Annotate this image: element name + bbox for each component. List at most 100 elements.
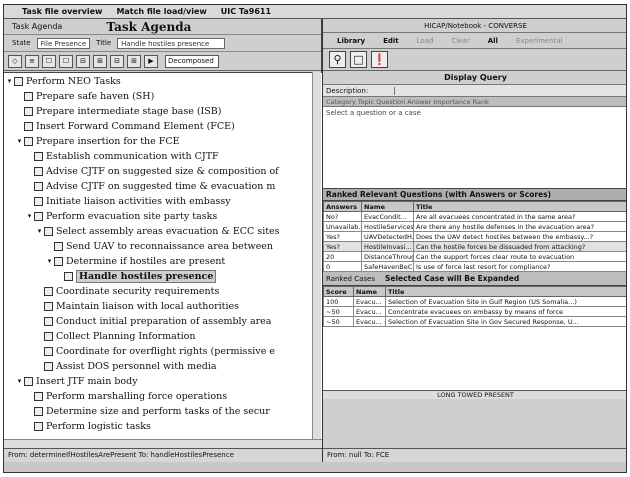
question-area[interactable]: Select a question or a case — [323, 107, 626, 189]
tree-node[interactable]: ▾ Perform NEO Tasks — [4, 75, 121, 87]
play-button[interactable]: ▶ — [144, 54, 158, 68]
tree-node[interactable]: Establish communication with CJTF — [4, 150, 219, 162]
menu-all[interactable]: All — [488, 37, 498, 45]
tree-node-label: Determine if hostiles are present — [66, 255, 226, 267]
tree-node-label: Prepare insertion for the FCE — [36, 135, 180, 147]
answer-cell: Yes? — [323, 241, 362, 252]
cases-horizontal-scrollbar[interactable]: LONG TOWED PRESENT — [323, 390, 626, 399]
tree-node[interactable]: ▾ Determine if hostiles are present — [4, 255, 226, 267]
tree-node[interactable]: Collect Planning Information — [4, 330, 195, 342]
tree-node[interactable]: ▾ Insert JTF main body — [4, 375, 138, 387]
expand-toggle-icon[interactable]: ▾ — [6, 77, 13, 85]
tool-button[interactable]: ☐ — [59, 54, 73, 68]
tree-node-label: Handle hostiles presence — [76, 269, 217, 283]
tree-node[interactable]: Determine size and perform tasks of the … — [4, 405, 270, 417]
tool-button[interactable]: ◇ — [8, 54, 22, 68]
menu-load[interactable]: Load — [417, 37, 434, 45]
case-cell: ~50 — [323, 316, 354, 327]
task-tree: ▾ Perform NEO Tasks Prepare safe haven (SH… — [4, 72, 322, 442]
tool-button[interactable]: ⊞ — [127, 54, 141, 68]
col-title[interactable]: Title — [413, 201, 626, 212]
tree-node[interactable]: Coordinate security requirements — [4, 285, 219, 297]
casebase-menu: Library Edit Load Clear All Experimental — [323, 33, 626, 49]
expand-toggle-icon[interactable]: ▾ — [26, 212, 33, 220]
tree-node[interactable]: Handle hostiles presence — [4, 269, 217, 283]
casebase-title-bar: HICAP/Notebook - CONVERSE — [323, 19, 626, 33]
expand-toggle-icon[interactable]: ▾ — [46, 257, 53, 265]
expand-toggle-icon[interactable]: ▾ — [36, 227, 43, 235]
tree-node[interactable]: Perform logistic tasks — [4, 420, 151, 432]
tree-node-label: Select assembly areas evacuation & ECC s… — [56, 225, 280, 237]
lasso-select-icon[interactable]: □ — [350, 51, 367, 68]
menu-uic[interactable]: UIC Ta9611 — [221, 7, 271, 16]
task-node-icon — [34, 151, 43, 161]
col-score[interactable]: Score — [323, 286, 354, 297]
tree-node[interactable]: Assist DOS personnel with media — [4, 360, 217, 372]
tree-node[interactable]: Initiate liaison activities with embassy — [4, 195, 231, 207]
tool-button[interactable]: ⊟ — [76, 54, 90, 68]
col-answers[interactable]: Answers — [323, 201, 362, 212]
tree-node[interactable]: Conduct initial preparation of assembly … — [4, 315, 271, 327]
tree-node[interactable]: Coordinate for overflight rights (permis… — [4, 345, 275, 357]
display-query-button[interactable]: Display Query — [323, 71, 626, 85]
cases-panel: Score Name Title 100 Evacu... Selection of… — [323, 286, 626, 390]
task-node-icon — [34, 181, 43, 191]
answer-row[interactable]: Yes? HostileInvasi... Can the hostile forc… — [323, 241, 626, 252]
answer-row[interactable]: Yes? UAVDetectedH... Does the UAV detect h… — [323, 231, 626, 242]
tree-node-label: Insert JTF main body — [36, 375, 138, 387]
tree-node[interactable]: ▾ Select assembly areas evacuation & ECC … — [4, 225, 280, 237]
expand-toggle-icon[interactable]: ▾ — [16, 137, 23, 145]
tree-node[interactable]: Advise CJTF on suggested time & evacuati… — [4, 180, 275, 192]
answer-cell: No? — [323, 211, 362, 222]
task-node-icon — [44, 346, 53, 356]
tool-button[interactable]: ⊞ — [93, 54, 107, 68]
answer-row[interactable]: 20DistanceThrough...Can the support forc… — [323, 251, 626, 262]
expand-toggle-icon[interactable]: ▾ — [16, 377, 23, 385]
task-node-icon — [34, 406, 43, 416]
col-case-title[interactable]: Title — [385, 286, 626, 297]
tree-node[interactable]: Insert Forward Command Element (FCE) — [4, 120, 235, 132]
title-field[interactable]: Handle hostiles presence — [117, 37, 226, 49]
tool-button[interactable]: ≡ — [25, 54, 39, 68]
menu-edit[interactable]: Edit — [383, 37, 399, 45]
question-table-header: Category Topic Question Answer Importanc… — [323, 97, 626, 107]
answer-row[interactable]: No? EvacCondit... Are all evacuees concent… — [323, 211, 626, 222]
answer-cell: Are there any hostile defenses in the ev… — [413, 221, 626, 232]
case-row[interactable]: 100 Evacu... Selection of Evacuation Site … — [323, 296, 626, 307]
menu-experimental[interactable]: Experimental — [516, 37, 563, 45]
info-icon[interactable]: ❗ — [371, 51, 388, 68]
tree-node[interactable]: Prepare intermediate stage base (ISB) — [4, 105, 222, 117]
tree-node-label: Perform marshalling force operations — [46, 390, 228, 402]
tree-node[interactable]: Advise CJTF on suggested size & composit… — [4, 165, 279, 177]
tree-node-label: Prepare intermediate stage base (ISB) — [36, 105, 222, 117]
answer-row[interactable]: Unavailab...HostileServices...Are there … — [323, 221, 626, 232]
task-node-icon — [34, 211, 43, 221]
state-field[interactable]: File Presence — [36, 37, 91, 49]
tree-node[interactable]: Perform marshalling force operations — [4, 390, 227, 402]
menu-match-file[interactable]: Match file load/view — [116, 7, 206, 16]
tree-node[interactable]: Send UAV to reconnaissance area between — [4, 240, 273, 252]
tree-vertical-scrollbar[interactable] — [312, 72, 321, 442]
ranked-cases-label: Ranked Cases — [326, 274, 375, 283]
task-node-icon — [24, 136, 33, 146]
menu-task-overview[interactable]: Task file overview — [22, 7, 102, 16]
case-row[interactable]: ~50 Evacu... Concentrate evacuees on embas… — [323, 306, 626, 317]
search-icon[interactable]: ⚲ — [329, 51, 346, 68]
case-row[interactable]: ~50 Evacu... Selection of Evacuation Site … — [323, 316, 626, 327]
task-node-icon — [64, 271, 73, 281]
col-name[interactable]: Name — [361, 201, 414, 212]
answer-row[interactable]: 0 SafeHavenBeC... Is use of force last res… — [323, 261, 626, 272]
tree-node[interactable]: ▾ Prepare insertion for the FCE — [4, 135, 180, 147]
col-case-name[interactable]: Name — [353, 286, 386, 297]
tool-button[interactable]: ⊟ — [110, 54, 124, 68]
tree-horizontal-scrollbar[interactable] — [4, 439, 322, 448]
tree-node[interactable]: Prepare safe haven (SH) — [4, 90, 154, 102]
tree-node-label: Collect Planning Information — [56, 330, 196, 342]
answer-cell: Are all evacuees concentrated in the sam… — [413, 211, 626, 222]
tree-node[interactable]: Maintain liaison with local authorities — [4, 300, 239, 312]
tree-node[interactable]: ▾ Perform evacuation site party tasks — [4, 210, 218, 222]
view-mode-dropdown[interactable]: Decomposed — [165, 54, 219, 68]
tool-button[interactable]: ☐ — [42, 54, 56, 68]
menu-library[interactable]: Library — [337, 37, 365, 45]
menu-clear[interactable]: Clear — [451, 37, 469, 45]
